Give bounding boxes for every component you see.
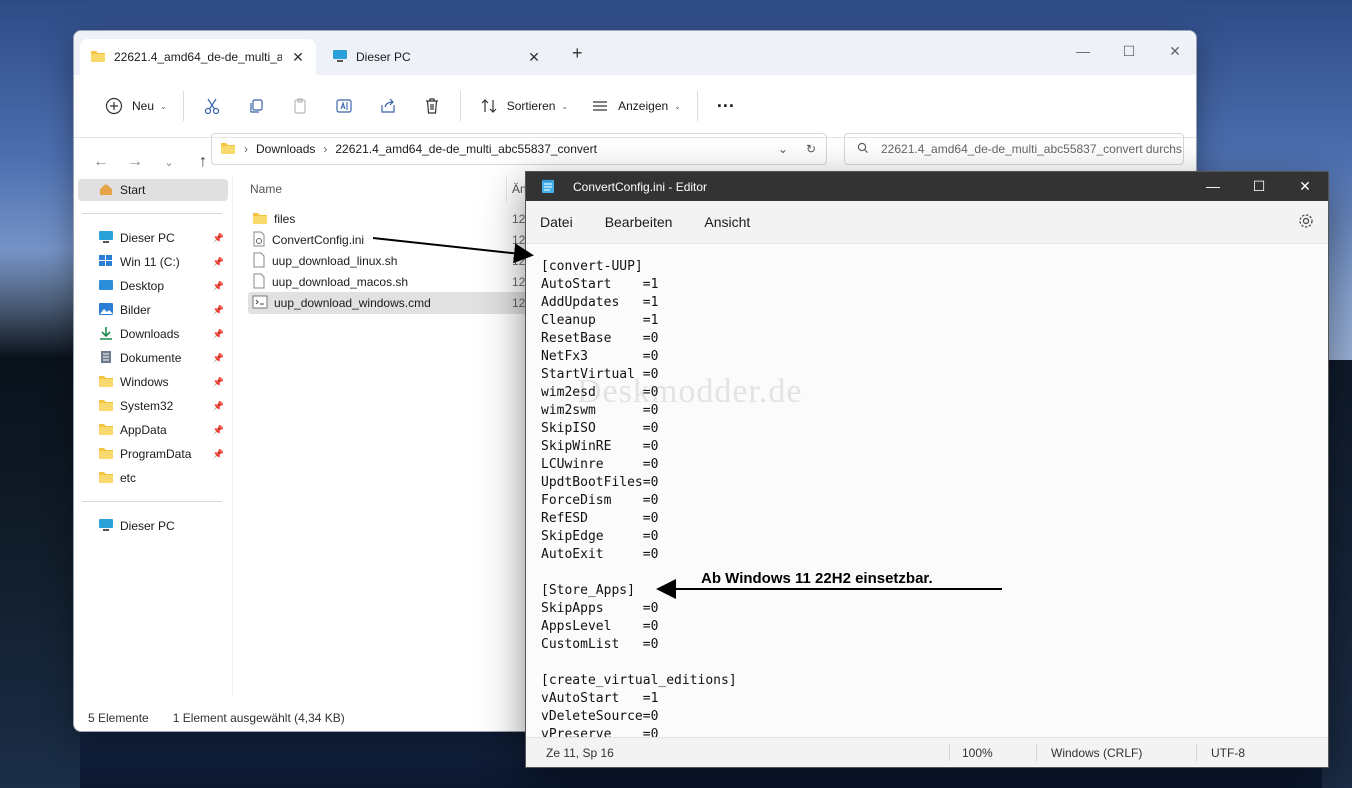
- annotation-arrows: [372, 237, 1002, 599]
- arrow-to-editor: [372, 237, 534, 264]
